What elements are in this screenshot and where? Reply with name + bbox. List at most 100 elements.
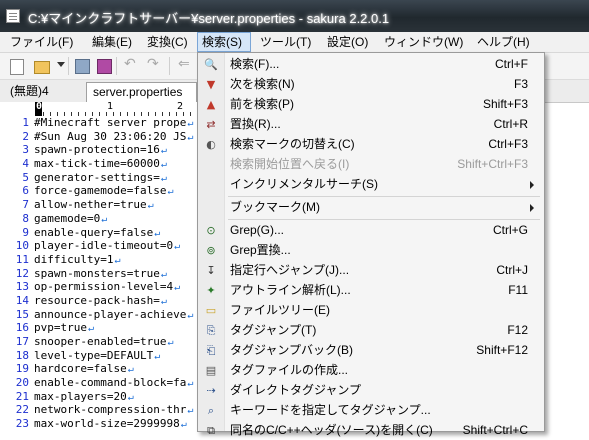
line-text: pvp=true↵ [34, 321, 94, 336]
editor-line[interactable]: 3 spawn-protection=16↵ [0, 143, 200, 157]
search-menu-item-6[interactable]: インクリメンタルサーチ(S) [198, 175, 544, 194]
editor-line[interactable]: 23 max-world-size=2999998↵ [0, 417, 200, 430]
new-file-icon[interactable] [10, 59, 24, 75]
submenu-arrow-icon [530, 204, 534, 212]
editor-line[interactable]: 21 max-players=20↵ [0, 390, 200, 404]
search-menu-keyword-tag-jump[interactable]: ⌕ キーワードを指定してタグジャンプ... [198, 401, 544, 420]
line-content: announce-player-achieve [34, 307, 187, 321]
menu-item-shortcut: F3 [513, 77, 528, 91]
search-menu-grep-replace[interactable]: ⊚ Grep置換... [198, 241, 544, 260]
editor-line[interactable]: 14 resource-pack-hash=↵ [0, 294, 200, 308]
line-content: snooper-enabled=true [34, 335, 167, 348]
editor-line[interactable]: 18 level-type=DEFAULT↵ [0, 349, 200, 363]
line-content: spawn-protection=16 [34, 143, 160, 157]
editor-line[interactable]: 16 pvp=true↵ [0, 321, 200, 335]
menu-item-label: ブックマーク(M) [230, 200, 320, 214]
editor-line[interactable]: 10 player-idle-timeout=0↵ [0, 239, 200, 253]
grep-replace-icon: ⊚ [206, 244, 216, 257]
menu-settings[interactable]: 設定(O) [323, 32, 372, 52]
search-menu-grep[interactable]: ⊙ Grep(G)... Ctrl+G [198, 221, 544, 240]
editor-line[interactable]: 5 generator-settings=↵ [0, 171, 200, 185]
line-content: allow-nether=true [34, 198, 147, 212]
line-number: 15 [15, 307, 29, 321]
search-menu-tag-jump-back[interactable]: ⎗ タグジャンプバック(B) Shift+F12 [198, 341, 544, 360]
tag-jump-icon: ⎘ [206, 324, 216, 337]
editor-line[interactable]: 6 force-gamemode=false↵ [0, 184, 200, 198]
line-content: generator-settings= [34, 170, 160, 184]
line-number: 17 [15, 335, 29, 348]
search-menu-item-7[interactable]: ブックマーク(M) [198, 198, 544, 217]
line-content: enable-query=false [34, 225, 154, 239]
line-content: hardcore=false [34, 362, 127, 376]
editor-line[interactable]: 11 difficulty=1↵ [0, 253, 200, 267]
editor-line[interactable]: 1 #Minecraft server prope↵ [0, 116, 200, 130]
editor-line[interactable]: 17 snooper-enabled=true↵ [0, 335, 200, 349]
menu-tools[interactable]: ツール(T) [256, 32, 315, 52]
editor-line[interactable]: 4 max-tick-time=60000↵ [0, 157, 200, 171]
eol-mark: ↵ [180, 419, 187, 430]
menu-file[interactable]: ファイル(F) [6, 32, 77, 52]
search-menu-find-prev[interactable]: ▲ 前を検索(P) Shift+F3 [198, 95, 544, 114]
editor-line[interactable]: 8 gamemode=0↵ [0, 212, 200, 226]
eol-mark: ↵ [167, 186, 174, 198]
search-menu-direct-tag-jump[interactable]: ⇢ ダイレクトタグジャンプ [198, 381, 544, 400]
undo-icon[interactable]: ↶ [124, 56, 140, 72]
search-menu-toggle-mark[interactable]: ◐ 検索マークの切替え(C) Ctrl+F3 [198, 135, 544, 154]
line-text: #Sun Aug 30 23:06:20 JS↵ [34, 130, 193, 145]
editor-line[interactable]: 22 network-compression-thr↵ [0, 403, 200, 417]
open-folder-icon[interactable] [34, 61, 50, 74]
line-content: max-world-size=2999998 [34, 417, 180, 430]
menu-convert[interactable]: 変換(C) [143, 32, 192, 52]
menu-item-shortcut: Ctrl+G [492, 223, 528, 237]
menu-item-label: タグジャンプバック(B) [230, 343, 354, 357]
text-editor[interactable]: 1 #Minecraft server prope↵ 2 #Sun Aug 30 23… [0, 116, 200, 430]
find-prev-icon: ▲ [206, 98, 216, 111]
title-bar: C:¥マインクラフトサーバー¥server.properties - sakur… [0, 0, 589, 32]
line-number: 13 [15, 280, 29, 294]
menu-edit[interactable]: 編集(E) [88, 32, 136, 52]
editor-line[interactable]: 13 op-permission-level=4↵ [0, 280, 200, 294]
dropdown-arrow-icon[interactable] [57, 62, 65, 67]
menu-separator [228, 219, 540, 220]
editor-line[interactable]: 19 hardcore=false↵ [0, 362, 200, 376]
line-number: 3 [22, 143, 29, 157]
menu-item-shortcut: Shift+Ctrl+F3 [457, 157, 528, 171]
search-menu-tag-jump[interactable]: ⎘ タグジャンプ(T) F12 [198, 321, 544, 340]
toolbar-separator [116, 57, 117, 75]
search-menu-folder[interactable]: ▭ ファイルツリー(E) [198, 301, 544, 320]
eol-mark: ↵ [187, 131, 194, 143]
editor-line[interactable]: 12 spawn-monsters=true↵ [0, 267, 200, 281]
search-menu-find-next[interactable]: ▼ 次を検索(N) F3 [198, 75, 544, 94]
menu-item-label: タグファイルの作成... [230, 363, 349, 377]
tab-server-properties[interactable]: server.properties [86, 82, 197, 102]
menu-item-label: 同名のC/C++ヘッダ(ソース)を開く(C) [230, 423, 433, 437]
redo-icon[interactable]: ↷ [147, 56, 163, 72]
line-content: pvp=true [34, 321, 87, 335]
menu-item-shortcut: F12 [507, 323, 528, 337]
line-text: #Minecraft server prope↵ [34, 116, 193, 131]
menu-help[interactable]: ヘルプ(H) [473, 32, 534, 52]
search-menu-replace[interactable]: ⇄ 置換(R)... Ctrl+R [198, 115, 544, 134]
save-all-icon[interactable] [97, 59, 112, 74]
search-menu-jump-line[interactable]: ↧ 指定行へジャンプ(J)... Ctrl+J [198, 261, 544, 280]
back-icon[interactable]: ⇐ [178, 56, 194, 72]
search-menu-tag-file[interactable]: ▤ タグファイルの作成... [198, 361, 544, 380]
menu-window[interactable]: ウィンドウ(W) [380, 32, 467, 52]
editor-line[interactable]: 9 enable-query=false↵ [0, 226, 200, 240]
search-menu-find[interactable]: 🔍 検索(F)... Ctrl+F [198, 55, 544, 74]
line-number: 23 [15, 417, 29, 430]
eol-mark: ↵ [187, 118, 194, 129]
editor-line[interactable]: 15 announce-player-achieve↵ [0, 308, 200, 322]
menu-search[interactable]: 検索(S) [197, 32, 251, 52]
menu-item-label: アウトライン解析(L)... [230, 283, 351, 297]
search-menu-outline[interactable]: ✦ アウトライン解析(L)... F11 [198, 281, 544, 300]
tab-untitled-4[interactable]: (無題)4 [4, 82, 55, 102]
search-menu-open-header[interactable]: ⧉ 同名のC/C++ヘッダ(ソース)を開く(C) Shift+Ctrl+C [198, 421, 544, 440]
line-number: 8 [22, 211, 29, 225]
editor-line[interactable]: 2 #Sun Aug 30 23:06:20 JS↵ [0, 130, 200, 144]
line-number: 5 [22, 170, 29, 184]
editor-line[interactable]: 7 allow-nether=true↵ [0, 198, 200, 212]
line-text: op-permission-level=4↵ [34, 280, 180, 295]
save-icon[interactable] [75, 59, 90, 74]
editor-line[interactable]: 20 enable-command-block=fa↵ [0, 376, 200, 390]
